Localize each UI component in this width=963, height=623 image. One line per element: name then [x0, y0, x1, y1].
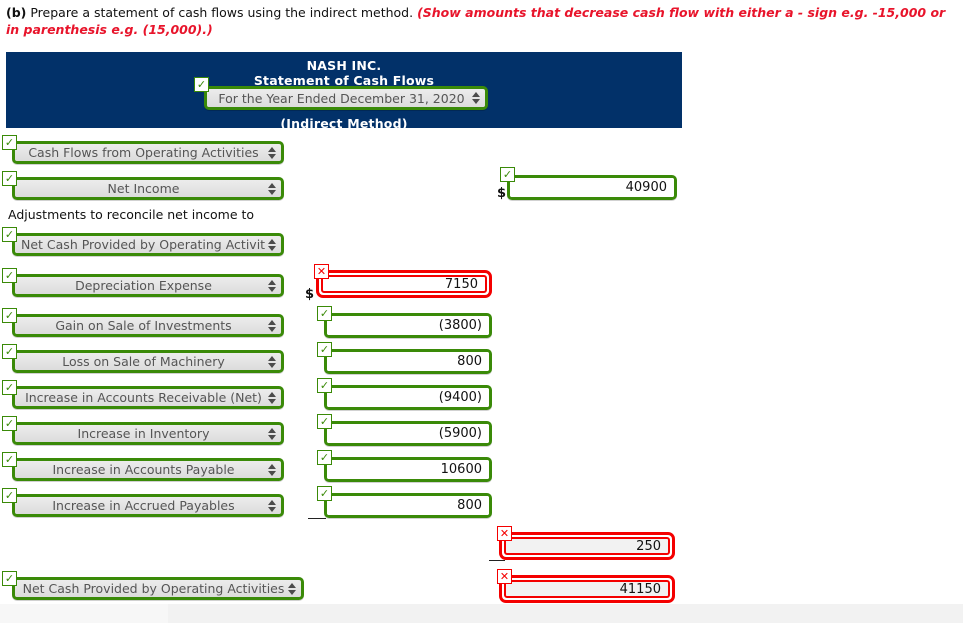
input-net-income-value: 40900: [510, 178, 674, 197]
status-badge-correct-icon: ✓: [2, 571, 17, 586]
chevron-updown-icon: [266, 238, 277, 251]
status-badge-correct-icon: ✓: [2, 452, 17, 467]
status-badge-correct-icon: ✓: [2, 135, 17, 150]
input-gain-on-sale-of-investments-value: (3800): [327, 316, 489, 335]
period-select-value: For the Year Ended December 31, 2020: [218, 90, 465, 106]
chevron-updown-icon: [266, 146, 277, 159]
currency-symbol-depreciation: $: [305, 287, 315, 302]
input-gain-on-sale-of-investments-amount[interactable]: (3800): [324, 313, 492, 338]
chevron-updown-icon: [266, 355, 277, 368]
statement-method: (Indirect Method): [280, 116, 408, 131]
input-increase-in-inventory-value: (5900): [327, 424, 489, 443]
select-increase-in-inventory[interactable]: Increase in Inventory: [12, 422, 284, 445]
status-badge-correct-icon: ✓: [500, 167, 515, 182]
question-instruction: (b) Prepare a statement of cash flows us…: [6, 4, 950, 38]
company-name: NASH INC.: [306, 58, 382, 73]
input-increase-in-accrued-payables-value: 800: [327, 496, 489, 515]
select-increase-in-accrued-payables-value: Increase in Accrued Payables: [52, 498, 235, 513]
select-increase-in-accrued-payables[interactable]: Increase in Accrued Payables: [12, 494, 284, 517]
select-section-operating[interactable]: Cash Flows from Operating Activities: [12, 141, 284, 164]
input-increase-in-inventory-amount[interactable]: (5900): [324, 421, 492, 446]
subtotal-rule: [308, 518, 326, 519]
input-increase-in-accounts-payable-value: 10600: [327, 460, 489, 479]
select-gain-on-sale-of-investments-value: Gain on Sale of Investments: [55, 318, 232, 333]
input-loss-on-sale-of-machinery-amount[interactable]: 800: [324, 349, 492, 374]
period-select[interactable]: For the Year Ended December 31, 2020: [204, 86, 488, 110]
input-depreciation-expense-amount[interactable]: 7150: [316, 270, 492, 298]
input-adjustments-total-amount[interactable]: 250: [499, 532, 675, 560]
select-loss-on-sale-of-machinery-value: Loss on Sale of Machinery: [62, 354, 225, 369]
chevron-updown-icon: [266, 427, 277, 440]
page-bottom-band: [0, 604, 963, 623]
input-increase-in-accounts-payable-amount[interactable]: 10600: [324, 457, 492, 482]
select-increase-in-accounts-payable[interactable]: Increase in Accounts Payable: [12, 458, 284, 481]
status-badge-correct-icon: ✓: [317, 486, 332, 501]
chevron-updown-icon: [266, 499, 277, 512]
select-section-operating-value: Cash Flows from Operating Activities: [28, 145, 259, 160]
chevron-updown-icon: [266, 279, 277, 292]
currency-symbol-net-income: $: [497, 186, 507, 201]
period-select-wrapper: ✓ For the Year Ended December 31, 2020: [194, 77, 488, 110]
chevron-updown-icon: [266, 463, 277, 476]
select-increase-in-accounts-receivable[interactable]: Increase in Accounts Receivable (Net): [12, 386, 284, 409]
input-net-income-amount[interactable]: 40900: [507, 175, 677, 200]
subtotal-rule: [489, 560, 505, 561]
select-net-cash-provided-total[interactable]: Net Cash Provided by Operating Activitie…: [12, 577, 304, 600]
chevron-updown-icon: [470, 92, 481, 104]
input-adjustments-total-value: 250: [506, 539, 668, 554]
input-net-cash-provided-total-amount[interactable]: 41150: [499, 575, 675, 603]
status-badge-correct-icon: ✓: [317, 414, 332, 429]
status-badge-correct-icon: ✓: [2, 416, 17, 431]
status-badge-correct-icon: ✓: [2, 308, 17, 323]
input-increase-in-accounts-receivable-amount[interactable]: (9400): [324, 385, 492, 410]
select-increase-in-inventory-value: Increase in Inventory: [77, 426, 210, 441]
status-badge-incorrect-icon: ✕: [497, 526, 512, 541]
chevron-updown-icon: [266, 319, 277, 332]
chevron-updown-icon: [266, 182, 277, 195]
select-net-cash-subheading[interactable]: Net Cash Provided by Operating Activitie…: [12, 233, 284, 256]
chevron-updown-icon: [286, 582, 297, 595]
input-increase-in-accrued-payables-amount[interactable]: 800: [324, 493, 492, 518]
select-net-income[interactable]: Net Income: [12, 177, 284, 200]
status-badge-correct-icon: ✓: [2, 227, 17, 242]
select-increase-in-accounts-receivable-value: Increase in Accounts Receivable (Net): [25, 390, 262, 405]
select-loss-on-sale-of-machinery[interactable]: Loss on Sale of Machinery: [12, 350, 284, 373]
select-net-income-value: Net Income: [107, 181, 180, 196]
status-badge-correct-icon: ✓: [2, 171, 17, 186]
status-badge-correct-icon: ✓: [2, 268, 17, 283]
status-badge-correct-icon: ✓: [194, 77, 209, 92]
status-badge-correct-icon: ✓: [2, 488, 17, 503]
status-badge-correct-icon: ✓: [2, 380, 17, 395]
input-depreciation-expense-value: 7150: [444, 276, 478, 292]
status-badge-correct-icon: ✓: [317, 342, 332, 357]
input-net-cash-provided-total-value: 41150: [506, 582, 668, 597]
input-increase-in-accounts-receivable-value: (9400): [327, 388, 489, 407]
status-badge-correct-icon: ✓: [317, 378, 332, 393]
question-label: (b): [6, 5, 27, 20]
status-badge-incorrect-icon: ✕: [497, 569, 512, 584]
select-net-cash-subheading-value: Net Cash Provided by Operating Activitie…: [21, 237, 266, 252]
select-depreciation-expense-value: Depreciation Expense: [75, 278, 212, 293]
select-increase-in-accounts-payable-value: Increase in Accounts Payable: [52, 462, 235, 477]
status-badge-correct-icon: ✓: [317, 306, 332, 321]
status-badge-correct-icon: ✓: [317, 450, 332, 465]
input-loss-on-sale-of-machinery-value: 800: [327, 352, 489, 371]
status-badge-incorrect-icon: ✕: [314, 264, 329, 279]
status-badge-correct-icon: ✓: [2, 344, 17, 359]
select-depreciation-expense[interactable]: Depreciation Expense: [12, 274, 284, 297]
question-text: Prepare a statement of cash flows using …: [26, 5, 418, 20]
chevron-updown-icon: [266, 391, 277, 404]
adjustments-caption: Adjustments to reconcile net income to: [8, 207, 255, 222]
select-net-cash-provided-total-value: Net Cash Provided by Operating Activitie…: [22, 581, 285, 596]
page-bottom-strip: [168, 604, 963, 623]
select-gain-on-sale-of-investments[interactable]: Gain on Sale of Investments: [12, 314, 284, 337]
